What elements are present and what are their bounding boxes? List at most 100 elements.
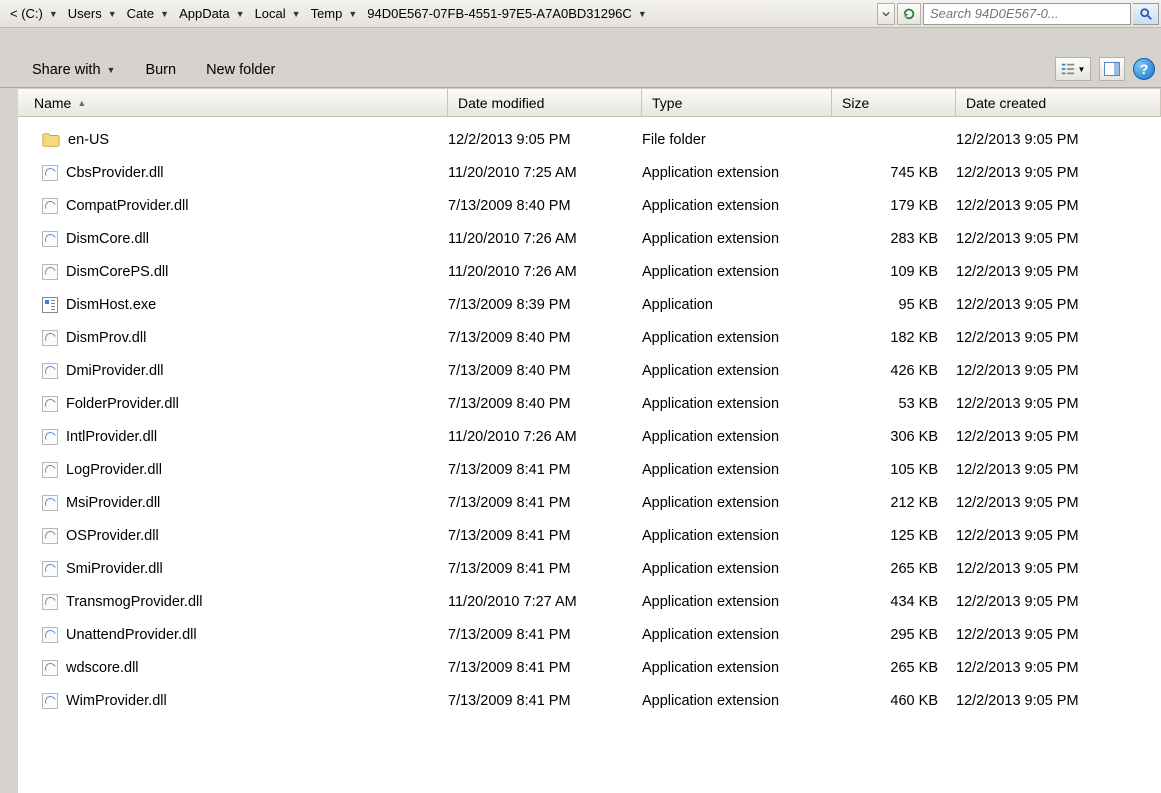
breadcrumb-segment[interactable]: Temp▼ [307, 3, 364, 25]
file-type: Application extension [642, 231, 832, 247]
search-button[interactable] [1133, 3, 1159, 25]
breadcrumb-label: < (C:) [10, 6, 43, 21]
file-type: Application extension [642, 660, 832, 676]
column-type-label: Type [652, 95, 682, 111]
file-row[interactable]: DismCorePS.dll 11/20/2010 7:26 AMApplicat… [18, 255, 1161, 288]
file-date-created: 12/2/2013 9:05 PM [956, 198, 1161, 214]
file-row[interactable]: TransmogProvider.dll11/20/2010 7:27 AMAp… [18, 585, 1161, 618]
file-size: 212 KB [832, 495, 956, 511]
dll-icon [42, 495, 58, 511]
folder-icon [42, 131, 60, 149]
chevron-down-icon: ▼ [107, 65, 116, 75]
breadcrumb-segment[interactable]: 94D0E567-07FB-4551-97E5-A7A0BD31296C▼ [363, 3, 652, 25]
file-name: CompatProvider.dll [66, 198, 189, 214]
refresh-button[interactable] [897, 3, 921, 25]
new-folder-button[interactable]: New folder [204, 59, 277, 81]
file-name: DismCore.dll [66, 231, 149, 247]
file-type: Application extension [642, 198, 832, 214]
dll-icon [42, 231, 58, 247]
file-type: Application extension [642, 627, 832, 643]
file-name: LogProvider.dll [66, 462, 162, 478]
file-size: 265 KB [832, 561, 956, 577]
column-type[interactable]: Type [642, 89, 832, 116]
file-row[interactable]: WimProvider.dll7/13/2009 8:41 PMApplicat… [18, 684, 1161, 717]
dll-icon [42, 627, 58, 643]
file-type: Application extension [642, 264, 832, 280]
share-with-button[interactable]: Share with ▼ [30, 59, 117, 81]
file-name: TransmogProvider.dll [66, 594, 202, 610]
breadcrumb-segment[interactable]: Users▼ [64, 3, 123, 25]
file-row[interactable]: IntlProvider.dll11/20/2010 7:26 AMApplic… [18, 420, 1161, 453]
file-type: Application [642, 297, 832, 313]
column-name[interactable]: Name ▲ [18, 89, 448, 116]
breadcrumb-segment[interactable]: Local ▼ [251, 3, 307, 25]
dll-icon [42, 330, 58, 346]
column-date-created[interactable]: Date created [956, 89, 1161, 116]
file-date-modified: 7/13/2009 8:41 PM [448, 495, 642, 511]
file-name: WimProvider.dll [66, 693, 167, 709]
help-button[interactable]: ? [1133, 58, 1155, 80]
file-name: DismCorePS.dll [66, 264, 168, 280]
preview-pane-button[interactable] [1099, 57, 1125, 81]
exe-icon [42, 297, 58, 313]
file-size: 53 KB [832, 396, 956, 412]
file-row[interactable]: DismProv.dll7/13/2009 8:40 PMApplication… [18, 321, 1161, 354]
search-box[interactable] [923, 3, 1131, 25]
file-row[interactable]: FolderProvider.dll7/13/2009 8:40 PMAppli… [18, 387, 1161, 420]
dll-icon [42, 429, 58, 445]
file-row[interactable]: CbsProvider.dll11/20/2010 7:25 AMApplica… [18, 156, 1161, 189]
file-date-modified: 7/13/2009 8:40 PM [448, 363, 642, 379]
file-date-modified: 11/20/2010 7:27 AM [448, 594, 642, 610]
column-created-label: Date created [966, 95, 1046, 111]
file-row[interactable]: SmiProvider.dll7/13/2009 8:41 PMApplicat… [18, 552, 1161, 585]
file-row[interactable]: wdscore.dll7/13/2009 8:41 PMApplication … [18, 651, 1161, 684]
file-date-created: 12/2/2013 9:05 PM [956, 660, 1161, 676]
breadcrumb-label: Temp [311, 6, 343, 21]
file-row[interactable]: CompatProvider.dll7/13/2009 8:40 PMAppli… [18, 189, 1161, 222]
chevron-down-icon: ▼ [236, 9, 245, 19]
file-type: Application extension [642, 561, 832, 577]
file-date-modified: 11/20/2010 7:26 AM [448, 264, 642, 280]
column-date-modified[interactable]: Date modified [448, 89, 642, 116]
breadcrumb-label: Users [68, 6, 102, 21]
new-folder-label: New folder [206, 62, 275, 78]
file-date-created: 12/2/2013 9:05 PM [956, 297, 1161, 313]
file-date-created: 12/2/2013 9:05 PM [956, 693, 1161, 709]
breadcrumb-segment[interactable]: < (C:) ▼ [6, 3, 64, 25]
file-row[interactable]: DismCore.dll11/20/2010 7:26 AMApplicatio… [18, 222, 1161, 255]
file-date-created: 12/2/2013 9:05 PM [956, 561, 1161, 577]
dll-icon [42, 363, 58, 379]
chevron-down-icon: ▼ [49, 9, 58, 19]
file-row[interactable]: DmiProvider.dll7/13/2009 8:40 PMApplicat… [18, 354, 1161, 387]
file-date-created: 12/2/2013 9:05 PM [956, 330, 1161, 346]
file-name: UnattendProvider.dll [66, 627, 197, 643]
file-type: Application extension [642, 462, 832, 478]
file-row[interactable]: MsiProvider.dll7/13/2009 8:41 PMApplicat… [18, 486, 1161, 519]
file-row[interactable]: LogProvider.dll7/13/2009 8:41 PMApplicat… [18, 453, 1161, 486]
file-date-created: 12/2/2013 9:05 PM [956, 363, 1161, 379]
file-row[interactable]: DismHost.exe7/13/2009 8:39 PMApplication… [18, 288, 1161, 321]
file-name: DismHost.exe [66, 297, 156, 313]
breadcrumb[interactable]: < (C:)▼Users▼Cate▼AppData▼Local▼Temp▼94D… [2, 3, 877, 25]
file-date-modified: 7/13/2009 8:40 PM [448, 396, 642, 412]
file-list: Name ▲ Date modified Type Size Date crea… [18, 88, 1161, 793]
file-date-modified: 11/20/2010 7:25 AM [448, 165, 642, 181]
file-type: Application extension [642, 396, 832, 412]
column-headers: Name ▲ Date modified Type Size Date crea… [18, 89, 1161, 117]
file-row[interactable]: UnattendProvider.dll7/13/2009 8:41 PMApp… [18, 618, 1161, 651]
search-input[interactable] [924, 6, 1130, 21]
dll-icon [42, 165, 58, 181]
view-options-button[interactable]: ▼ [1055, 57, 1091, 81]
column-size[interactable]: Size [832, 89, 956, 116]
file-name: CbsProvider.dll [66, 165, 164, 181]
file-row[interactable]: OSProvider.dll7/13/2009 8:41 PMApplicati… [18, 519, 1161, 552]
breadcrumb-label: Local [255, 6, 286, 21]
dll-icon [42, 462, 58, 478]
file-row[interactable]: en-US12/2/2013 9:05 PMFile folder12/2/20… [18, 123, 1161, 156]
burn-button[interactable]: Burn [143, 59, 178, 81]
file-size: 745 KB [832, 165, 956, 181]
chevron-down-icon: ▼ [292, 9, 301, 19]
breadcrumb-segment[interactable]: AppData▼ [175, 3, 251, 25]
breadcrumb-segment[interactable]: Cate▼ [123, 3, 175, 25]
address-dropdown[interactable] [877, 3, 895, 25]
